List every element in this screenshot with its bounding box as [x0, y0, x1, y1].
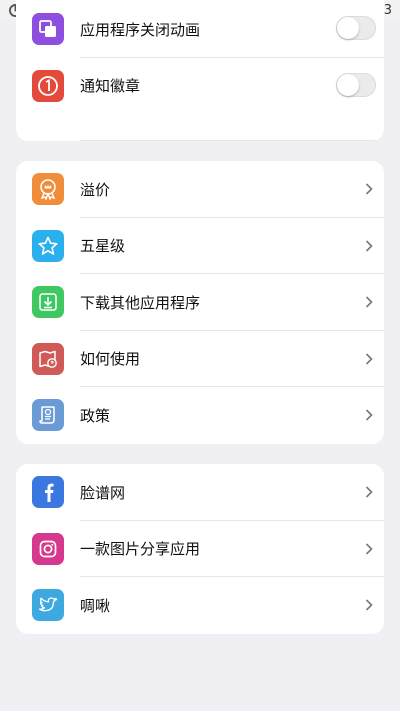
twitter-icon: [32, 589, 64, 622]
guide-icon: [32, 342, 64, 375]
chevron-right-icon: [362, 485, 376, 499]
chevron-right-icon: [362, 542, 376, 556]
premium-row[interactable]: 溢价: [16, 161, 384, 218]
download-other-apps-label: 下载其他应用程序: [80, 293, 201, 312]
download-other-apps-row[interactable]: 下载其他应用程序: [16, 274, 384, 331]
how-to-use-row[interactable]: 如何使用: [16, 331, 384, 387]
five-star-row[interactable]: 五星级: [16, 218, 384, 274]
facebook-label: 脸谱网: [80, 483, 126, 502]
chevron-right-icon: [362, 295, 376, 309]
chevron-right-icon: [362, 408, 376, 422]
facebook-row[interactable]: 脸谱网: [16, 464, 384, 521]
instagram-row[interactable]: 一款图片分享应用: [16, 521, 384, 577]
chevron-right-icon: [362, 239, 376, 253]
policy-icon: [32, 399, 64, 432]
twitter-label: 啁啾: [80, 596, 111, 615]
notification-badge-row[interactable]: 通知徽章: [16, 58, 384, 115]
app-close-animation-row[interactable]: 应用程序关闭动画: [16, 1, 384, 58]
settings-group-app: 溢价 五星级 下载其他应用程序 如何使用 政策: [16, 161, 384, 444]
toggle-knob: [337, 73, 359, 96]
settings-group-display: 应用程序关闭动画 通知徽章: [16, 0, 384, 141]
toggle-knob: [337, 17, 359, 39]
policy-row[interactable]: 政策: [16, 387, 384, 444]
chevron-right-icon: [362, 182, 376, 196]
policy-label: 政策: [80, 406, 111, 425]
premium-icon: [32, 173, 64, 206]
app-close-animation-toggle[interactable]: [336, 16, 376, 40]
chevron-right-icon: [362, 598, 376, 612]
windows-stack-icon: [32, 13, 64, 46]
premium-label: 溢价: [80, 180, 111, 199]
five-star-label: 五星级: [80, 237, 126, 256]
twitter-row[interactable]: 啁啾: [16, 577, 384, 634]
instagram-icon: [32, 532, 64, 565]
notification-badge-toggle[interactable]: [336, 72, 376, 97]
notification-badge-label: 通知徽章: [80, 77, 141, 96]
app-close-animation-label: 应用程序关闭动画: [80, 20, 201, 39]
chevron-right-icon: [362, 352, 376, 366]
facebook-icon: [32, 476, 64, 509]
star-icon: [32, 229, 64, 262]
settings-group-social: 脸谱网 一款图片分享应用 啁啾: [16, 464, 384, 634]
badge-one-icon: [32, 69, 64, 102]
instagram-label: 一款图片分享应用: [80, 540, 201, 559]
how-to-use-label: 如何使用: [80, 350, 141, 369]
download-icon: [32, 286, 64, 319]
